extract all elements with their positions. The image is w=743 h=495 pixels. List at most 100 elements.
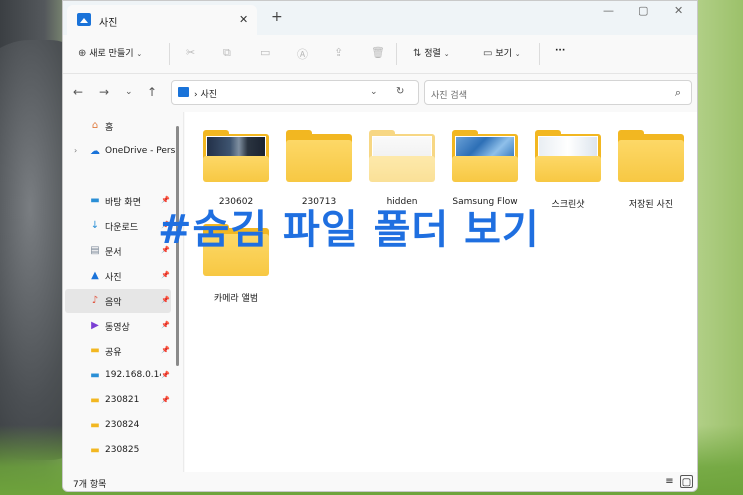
status-bar: 7개 항목 ≡ ▢ bbox=[63, 472, 697, 491]
home-icon: ⌂ bbox=[91, 120, 99, 131]
download-icon: ↓ bbox=[90, 220, 100, 231]
breadcrumb[interactable]: › 사진 bbox=[194, 87, 217, 100]
sidebar-item-230824[interactable]: ▬ 230824 bbox=[65, 414, 171, 438]
pane-divider[interactable] bbox=[183, 112, 184, 472]
video-icon: ▶ bbox=[91, 320, 99, 331]
folder-icon bbox=[286, 130, 352, 182]
pictures-icon bbox=[178, 87, 189, 97]
chevron-down-icon: ⌄ bbox=[443, 50, 450, 58]
view-button[interactable]: ▭ 보기 ⌄ bbox=[483, 46, 521, 59]
address-row: ← → ⌄ ↑ › 사진 ⌄ ↻ 사진 검색 ⌕ bbox=[63, 74, 697, 112]
toolbar-divider bbox=[169, 43, 170, 65]
toolbar-divider bbox=[396, 43, 397, 65]
copy-icon[interactable]: ⧉ bbox=[223, 46, 231, 60]
folder-label: 카메라 앨범 bbox=[213, 294, 259, 304]
music-icon: ♪ bbox=[91, 295, 99, 306]
folder-icon bbox=[535, 130, 601, 182]
toolbar-divider bbox=[539, 43, 540, 65]
sort-button[interactable]: ⇅ 정렬 ⌄ bbox=[413, 46, 450, 59]
view-icon: ▭ bbox=[483, 48, 493, 59]
new-tab-button[interactable]: + bbox=[271, 10, 283, 24]
sidebar-item-230825[interactable]: ▬ 230825 bbox=[65, 439, 171, 463]
cloud-icon: ☁ bbox=[90, 146, 100, 157]
sidebar-item-videos[interactable]: ▶ 동영상 📌 bbox=[65, 314, 171, 338]
folder-icon bbox=[452, 130, 518, 182]
pin-icon[interactable]: 📌 bbox=[161, 396, 170, 404]
folder-label: 저장된 사진 bbox=[628, 200, 674, 210]
sidebar-item-label: 230825 bbox=[105, 445, 140, 455]
details-view-icon[interactable]: ≡ bbox=[663, 475, 676, 488]
share-icon[interactable]: ⇪ bbox=[334, 46, 343, 59]
rename-icon[interactable]: Ⓐ bbox=[297, 46, 308, 62]
pictures-icon: ▲ bbox=[91, 270, 99, 281]
pin-icon[interactable]: 📌 bbox=[161, 371, 170, 379]
close-button[interactable]: ✕ bbox=[674, 4, 683, 17]
item-count: 7개 항목 bbox=[73, 480, 107, 490]
tab-pictures[interactable]: 사진 ✕ bbox=[67, 5, 257, 35]
paste-icon[interactable]: ▭ bbox=[260, 46, 270, 59]
document-icon: ▤ bbox=[90, 245, 100, 256]
recent-locations-icon[interactable]: ⌄ bbox=[125, 87, 133, 97]
sidebar-item-pictures[interactable]: ▲ 사진 📌 bbox=[65, 264, 171, 288]
desktop-icon: ▬ bbox=[90, 195, 100, 206]
folder-item[interactable]: 230602 bbox=[195, 130, 277, 207]
large-icons-view-icon[interactable]: ▢ bbox=[680, 475, 693, 488]
sort-icon: ⇅ bbox=[413, 48, 422, 59]
folder-item-hidden[interactable]: hidden bbox=[361, 130, 443, 207]
breadcrumb-pictures[interactable]: 사진 bbox=[200, 90, 217, 100]
pictures-icon bbox=[77, 13, 91, 26]
pin-icon[interactable]: 📌 bbox=[161, 346, 170, 354]
plus-circle-icon: ⊕ bbox=[78, 48, 87, 59]
address-dropdown-icon[interactable]: ⌄ bbox=[370, 87, 378, 97]
sidebar-item-music[interactable]: ♪ 음악 📌 bbox=[65, 289, 171, 313]
sidebar-item-label: OneDrive - Pers bbox=[105, 146, 175, 156]
pin-icon[interactable]: 📌 bbox=[161, 296, 170, 304]
search-icon: ⌕ bbox=[674, 86, 681, 99]
new-button-label: 새로 만들기 bbox=[89, 49, 134, 59]
back-arrow-icon[interactable]: ← bbox=[73, 85, 83, 99]
folder-item[interactable]: 저장된 사진 bbox=[610, 130, 692, 210]
folder-item[interactable]: 230713 bbox=[278, 130, 360, 207]
sort-label: 정렬 bbox=[424, 49, 441, 59]
folder-icon bbox=[203, 130, 269, 182]
refresh-icon[interactable]: ↻ bbox=[396, 86, 404, 97]
folder-item[interactable]: Samsung Flow bbox=[444, 130, 526, 207]
up-arrow-icon[interactable]: ↑ bbox=[147, 85, 157, 99]
chevron-down-icon: ⌄ bbox=[136, 50, 143, 58]
sidebar-item-documents[interactable]: ▤ 문서 📌 bbox=[65, 239, 171, 263]
close-tab-icon[interactable]: ✕ bbox=[239, 13, 248, 26]
sidebar-item-onedrive[interactable]: › ☁ OneDrive - Pers bbox=[65, 140, 175, 164]
minimize-button[interactable]: — bbox=[603, 4, 614, 17]
expand-chevron-icon[interactable]: › bbox=[74, 146, 77, 155]
folder-icon: ▬ bbox=[90, 395, 100, 406]
pin-icon[interactable]: 📌 bbox=[161, 271, 170, 279]
sidebar-item-share[interactable]: ▬ 공유 📌 bbox=[65, 339, 171, 363]
overlay-caption: #숨김 파일 폴더 보기 bbox=[158, 207, 540, 253]
sidebar-item-label: 192.168.0.142 bbox=[105, 370, 161, 380]
search-input[interactable]: 사진 검색 ⌕ bbox=[424, 80, 692, 105]
file-list: 230602 230713 hidden Samsung Flow 스크린샷 저… bbox=[185, 112, 697, 472]
sidebar-item-network[interactable]: ▬ 192.168.0.142 📌 bbox=[65, 364, 171, 388]
network-icon: ▬ bbox=[90, 370, 100, 381]
pin-icon[interactable]: 📌 bbox=[161, 321, 170, 329]
delete-icon[interactable]: 🗑 bbox=[371, 46, 385, 59]
sidebar-item-desktop[interactable]: ▬ 바탕 화면 📌 bbox=[65, 189, 171, 213]
folder-icon: ▬ bbox=[90, 345, 100, 356]
sidebar-item-label: 230824 bbox=[105, 420, 140, 430]
new-button[interactable]: ⊕ 새로 만들기 ⌄ bbox=[78, 46, 142, 59]
sidebar-item-230821[interactable]: ▬ 230821 📌 bbox=[65, 389, 171, 413]
search-placeholder: 사진 검색 bbox=[431, 91, 467, 101]
tab-title: 사진 bbox=[99, 18, 118, 29]
address-bar[interactable]: › 사진 ⌄ ↻ bbox=[171, 80, 419, 105]
hidden-folder-icon bbox=[369, 130, 435, 182]
view-label: 보기 bbox=[495, 49, 512, 59]
sidebar-item-downloads[interactable]: ↓ 다운로드 📌 bbox=[65, 214, 171, 238]
maximize-button[interactable]: ▢ bbox=[638, 4, 648, 17]
cut-icon[interactable]: ✂ bbox=[186, 46, 195, 59]
forward-arrow-icon[interactable]: → bbox=[99, 85, 109, 99]
title-bar: 사진 ✕ + — ▢ ✕ bbox=[63, 1, 697, 35]
sidebar-item-home[interactable]: ⌂ 홈 bbox=[65, 114, 171, 138]
more-options-button[interactable]: ··· bbox=[555, 46, 565, 56]
breadcrumb-separator: › bbox=[194, 90, 198, 100]
folder-icon bbox=[618, 130, 684, 182]
